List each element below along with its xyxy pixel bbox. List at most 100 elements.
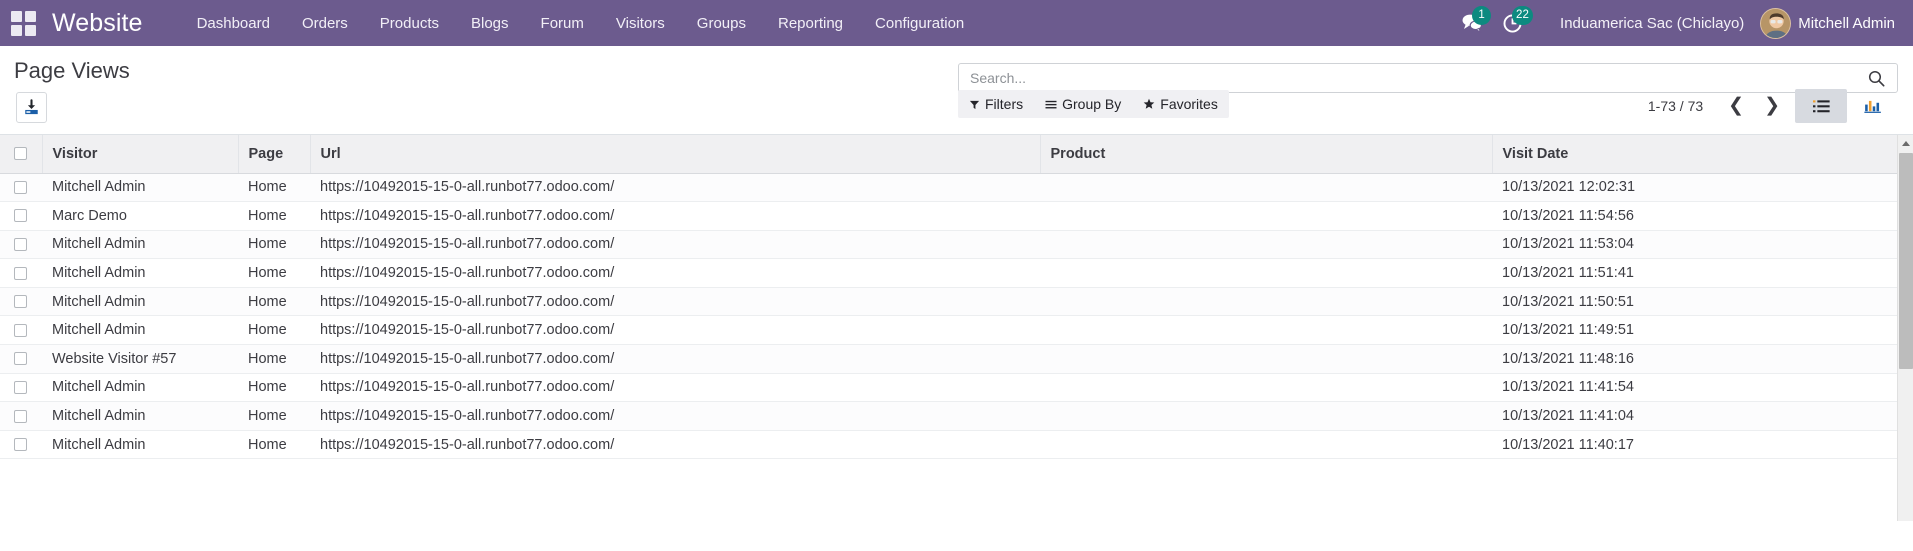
row-checkbox[interactable] bbox=[14, 295, 27, 309]
cell-product bbox=[1040, 430, 1492, 460]
filters-label: Filters bbox=[985, 96, 1024, 112]
cell-visit-date: 10/13/2021 11:53:04 bbox=[1492, 230, 1897, 260]
activities-menu[interactable]: 22 bbox=[1492, 0, 1533, 46]
table-row[interactable]: Website Visitor #57 Home https://1049201… bbox=[0, 344, 1897, 374]
page-views-table: Visitor Page Url Product Visit Date Mitc… bbox=[0, 135, 1897, 460]
scroll-up-arrow-icon bbox=[1901, 140, 1910, 146]
row-checkbox[interactable] bbox=[14, 237, 27, 251]
table-row[interactable]: Mitchell Admin Home https://10492015-15-… bbox=[0, 258, 1897, 288]
select-all-checkbox[interactable] bbox=[14, 147, 27, 161]
cell-product bbox=[1040, 230, 1492, 260]
cell-product bbox=[1040, 344, 1492, 374]
menu-item-visitors[interactable]: Visitors bbox=[600, 3, 681, 44]
company-switcher[interactable]: Induamerica Sac (Chiclayo) bbox=[1532, 15, 1760, 32]
list-view-icon bbox=[1812, 99, 1830, 112]
pager-previous-button[interactable]: ❮ bbox=[1719, 95, 1753, 117]
row-checkbox[interactable] bbox=[14, 409, 27, 423]
search-button[interactable] bbox=[1866, 70, 1887, 87]
apps-grid-cell bbox=[24, 10, 36, 22]
menu-item-orders[interactable]: Orders bbox=[286, 3, 364, 44]
row-checkbox[interactable] bbox=[14, 380, 27, 394]
table-row[interactable]: Mitchell Admin Home https://10492015-15-… bbox=[0, 315, 1897, 346]
favorites-label: Favorites bbox=[1160, 96, 1218, 112]
menu-item-products[interactable]: Products bbox=[364, 3, 455, 44]
control-panel-top-row: Page Views bbox=[0, 46, 1913, 94]
scrollbar-thumb[interactable] bbox=[1899, 153, 1913, 369]
column-header-url[interactable]: Url bbox=[310, 135, 1041, 174]
cell-visitor: Mitchell Admin bbox=[42, 401, 238, 431]
apps-grid-icon[interactable] bbox=[8, 8, 38, 38]
cell-visit-date: 10/13/2021 11:41:04 bbox=[1492, 401, 1897, 431]
row-select-cell bbox=[0, 230, 42, 260]
row-checkbox[interactable] bbox=[14, 266, 27, 280]
scrollbar-up-button[interactable] bbox=[1898, 135, 1913, 151]
cell-product bbox=[1040, 287, 1492, 317]
cell-url: https://10492015-15-0-all.runbot77.odoo.… bbox=[310, 315, 1040, 346]
row-checkbox[interactable] bbox=[14, 180, 27, 194]
filters-dropdown[interactable]: Filters bbox=[958, 90, 1034, 118]
page-title: Page Views bbox=[14, 58, 130, 83]
list-view-button[interactable] bbox=[1795, 89, 1847, 123]
cell-visitor: Marc Demo bbox=[42, 201, 238, 231]
cell-page: Home bbox=[238, 201, 310, 231]
groupby-label: Group By bbox=[1062, 96, 1122, 112]
cell-visitor: Mitchell Admin bbox=[42, 430, 238, 460]
favorites-dropdown[interactable]: Favorites bbox=[1132, 90, 1229, 118]
cell-url: https://10492015-15-0-all.runbot77.odoo.… bbox=[310, 201, 1040, 231]
cell-page: Home bbox=[238, 401, 310, 431]
search-input[interactable] bbox=[970, 70, 1866, 86]
cell-page: Home bbox=[238, 315, 310, 346]
cell-visitor: Mitchell Admin bbox=[42, 373, 238, 403]
cell-url: https://10492015-15-0-all.runbot77.odoo.… bbox=[310, 287, 1040, 317]
select-all-header bbox=[0, 135, 43, 174]
column-header-product[interactable]: Product bbox=[1040, 135, 1493, 174]
cell-visitor: Mitchell Admin bbox=[42, 173, 238, 203]
app-brand-website[interactable]: Website bbox=[52, 9, 143, 38]
table-row[interactable]: Mitchell Admin Home https://10492015-15-… bbox=[0, 373, 1897, 403]
row-checkbox[interactable] bbox=[14, 209, 27, 223]
graph-view-button[interactable] bbox=[1847, 89, 1899, 123]
menu-item-reporting[interactable]: Reporting bbox=[762, 3, 859, 44]
row-select-cell bbox=[0, 315, 42, 346]
table-row[interactable]: Mitchell Admin Home https://10492015-15-… bbox=[0, 173, 1897, 203]
menu-item-groups[interactable]: Groups bbox=[681, 3, 762, 44]
table-row[interactable]: Marc Demo Home https://10492015-15-0-all… bbox=[0, 201, 1897, 231]
cell-url: https://10492015-15-0-all.runbot77.odoo.… bbox=[310, 230, 1040, 260]
row-select-cell bbox=[0, 287, 42, 317]
row-select-cell bbox=[0, 373, 42, 403]
cell-page: Home bbox=[238, 430, 310, 460]
search-view[interactable] bbox=[958, 63, 1898, 93]
menu-item-blogs[interactable]: Blogs bbox=[455, 3, 525, 44]
vertical-scrollbar[interactable] bbox=[1897, 135, 1913, 521]
table-row[interactable]: Mitchell Admin Home https://10492015-15-… bbox=[0, 430, 1897, 460]
table-row[interactable]: Mitchell Admin Home https://10492015-15-… bbox=[0, 230, 1897, 260]
column-header-page[interactable]: Page bbox=[238, 135, 311, 174]
pager-count[interactable]: 1-73 / 73 bbox=[1648, 94, 1717, 118]
menu-item-configuration[interactable]: Configuration bbox=[859, 3, 980, 44]
cell-visitor: Mitchell Admin bbox=[42, 315, 238, 346]
bar-chart-icon bbox=[1864, 100, 1881, 113]
column-header-visitor[interactable]: Visitor bbox=[42, 135, 239, 174]
table-row[interactable]: Mitchell Admin Home https://10492015-15-… bbox=[0, 287, 1897, 317]
table-row[interactable]: Mitchell Admin Home https://10492015-15-… bbox=[0, 401, 1897, 431]
cell-product bbox=[1040, 373, 1492, 403]
messages-menu[interactable]: 1 bbox=[1452, 0, 1492, 46]
top-navbar: Website Dashboard Orders Products Blogs … bbox=[0, 0, 1913, 46]
activities-badge: 22 bbox=[1512, 6, 1533, 25]
menu-item-dashboard[interactable]: Dashboard bbox=[181, 3, 286, 44]
export-download-button[interactable] bbox=[16, 92, 47, 123]
apps-grid-cell bbox=[24, 24, 36, 36]
column-header-visit-date[interactable]: Visit Date bbox=[1492, 135, 1897, 174]
row-checkbox[interactable] bbox=[14, 323, 27, 337]
groupby-dropdown[interactable]: Group By bbox=[1034, 90, 1132, 118]
search-icon bbox=[1868, 70, 1885, 87]
star-icon bbox=[1143, 98, 1155, 109]
menu-item-forum[interactable]: Forum bbox=[525, 3, 600, 44]
table-header-row: Visitor Page Url Product Visit Date bbox=[0, 135, 1897, 174]
pager-next-button[interactable]: ❯ bbox=[1755, 95, 1789, 117]
list-lines-icon bbox=[1045, 100, 1057, 108]
user-menu[interactable]: Mitchell Admin bbox=[1760, 7, 1901, 39]
row-checkbox[interactable] bbox=[14, 438, 27, 452]
cell-product bbox=[1040, 315, 1492, 346]
row-checkbox[interactable] bbox=[14, 352, 27, 366]
